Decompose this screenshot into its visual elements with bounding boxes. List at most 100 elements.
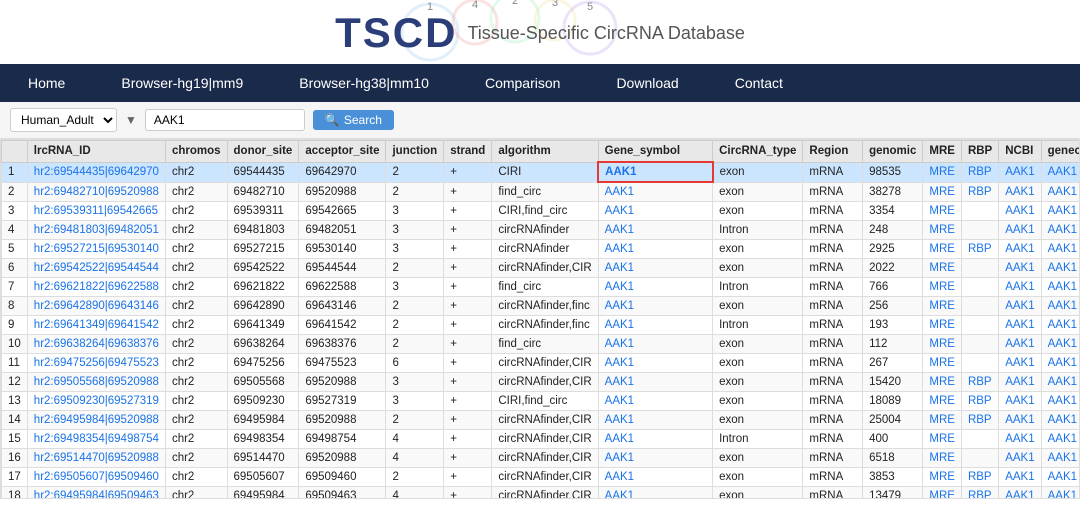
row-genecards-link[interactable]: AAK1 <box>1048 395 1077 407</box>
row-rbp[interactable]: RBP <box>961 373 998 392</box>
row-mre[interactable]: MRE <box>923 411 962 430</box>
row-genecards-link[interactable]: AAK1 <box>1048 281 1077 293</box>
row-genecards[interactable]: AAK1 <box>1041 202 1080 221</box>
row-ncbi-link[interactable]: AAK1 <box>1005 166 1034 178</box>
row-ncbi-link[interactable]: AAK1 <box>1005 433 1034 445</box>
row-gene[interactable]: AAK1 <box>598 354 712 373</box>
table-row[interactable]: 11hr2:69475256|69475523chr26947525669475… <box>2 354 1080 373</box>
row-genecards-link[interactable]: AAK1 <box>1048 243 1077 255</box>
row-id-link[interactable]: hr2:69514470|69520988 <box>34 452 159 464</box>
row-genecards[interactable]: AAK1 <box>1041 335 1080 354</box>
search-input[interactable] <box>145 109 305 131</box>
row-genecards[interactable]: AAK1 <box>1041 259 1080 278</box>
row-rbp[interactable]: RBP <box>961 468 998 487</box>
row-id-link[interactable]: hr2:69621822|69622588 <box>34 281 159 293</box>
row-mre[interactable]: MRE <box>923 335 962 354</box>
row-genecards[interactable]: AAK1 <box>1041 449 1080 468</box>
row-mre[interactable]: MRE <box>923 202 962 221</box>
row-ncbi[interactable]: AAK1 <box>999 392 1041 411</box>
row-gene-link[interactable]: AAK1 <box>605 433 634 445</box>
row-gene-link[interactable]: AAK1 <box>605 319 634 331</box>
dataset-select[interactable]: Human_Adult Human_Fetal Mouse_Adult Mous… <box>10 108 117 132</box>
row-gene-link[interactable]: AAK1 <box>605 262 634 274</box>
nav-browser-hg19[interactable]: Browser-hg19|mm9 <box>93 64 271 102</box>
row-gene-link[interactable]: AAK1 <box>605 376 634 388</box>
row-id[interactable]: hr2:69509230|69527319 <box>27 392 165 411</box>
row-gene-link[interactable]: AAK1 <box>605 452 634 464</box>
row-id-link[interactable]: hr2:69527215|69530140 <box>34 243 159 255</box>
row-rbp-link[interactable]: RBP <box>968 376 992 388</box>
row-gene[interactable]: AAK1 <box>598 240 712 259</box>
search-button[interactable]: 🔍 Search <box>313 110 394 130</box>
row-id[interactable]: hr2:69505568|69520988 <box>27 373 165 392</box>
row-id[interactable]: hr2:69621822|69622588 <box>27 278 165 297</box>
row-mre[interactable]: MRE <box>923 316 962 335</box>
row-mre-link[interactable]: MRE <box>929 433 955 445</box>
table-row[interactable]: 18hr2:69495984|69509463chr26949598469509… <box>2 487 1080 500</box>
row-ncbi-link[interactable]: AAK1 <box>1005 471 1034 483</box>
row-gene-link[interactable]: AAK1 <box>605 490 634 499</box>
row-genecards-link[interactable]: AAK1 <box>1048 205 1077 217</box>
row-gene-link[interactable]: AAK1 <box>605 357 634 369</box>
row-genecards[interactable]: AAK1 <box>1041 297 1080 316</box>
row-ncbi-link[interactable]: AAK1 <box>1005 338 1034 350</box>
row-id[interactable]: hr2:69481803|69482051 <box>27 221 165 240</box>
row-mre[interactable]: MRE <box>923 240 962 259</box>
table-row[interactable]: 4hr2:69481803|69482051chr269481803694820… <box>2 221 1080 240</box>
row-id-link[interactable]: hr2:69495984|69509463 <box>34 490 159 499</box>
row-id[interactable]: hr2:69544435|69642970 <box>27 162 165 182</box>
row-id-link[interactable]: hr2:69505607|69509460 <box>34 471 159 483</box>
nav-home[interactable]: Home <box>0 64 93 102</box>
row-id-link[interactable]: hr2:69641349|69641542 <box>34 319 159 331</box>
row-mre[interactable]: MRE <box>923 430 962 449</box>
row-mre[interactable]: MRE <box>923 182 962 202</box>
row-mre-link[interactable]: MRE <box>929 300 955 312</box>
row-ncbi[interactable]: AAK1 <box>999 162 1041 182</box>
row-gene[interactable]: AAK1 <box>598 259 712 278</box>
row-mre[interactable]: MRE <box>923 259 962 278</box>
row-mre-link[interactable]: MRE <box>929 338 955 350</box>
table-row[interactable]: 7hr2:69621822|69622588chr269621822696225… <box>2 278 1080 297</box>
row-mre-link[interactable]: MRE <box>929 224 955 236</box>
row-ncbi[interactable]: AAK1 <box>999 221 1041 240</box>
row-id[interactable]: hr2:69495984|69520988 <box>27 411 165 430</box>
row-gene[interactable]: AAK1 <box>598 316 712 335</box>
row-genecards[interactable]: AAK1 <box>1041 468 1080 487</box>
table-row[interactable]: 10hr2:69638264|69638376chr26963826469638… <box>2 335 1080 354</box>
row-gene-link[interactable]: AAK1 <box>605 205 634 217</box>
row-genecards-link[interactable]: AAK1 <box>1048 490 1077 499</box>
nav-download[interactable]: Download <box>588 64 706 102</box>
row-ncbi-link[interactable]: AAK1 <box>1005 243 1034 255</box>
row-rbp[interactable]: RBP <box>961 487 998 500</box>
row-genecards[interactable]: AAK1 <box>1041 316 1080 335</box>
row-mre[interactable]: MRE <box>923 373 962 392</box>
row-ncbi[interactable]: AAK1 <box>999 487 1041 500</box>
row-gene-link[interactable]: AAK1 <box>605 243 634 255</box>
row-id[interactable]: hr2:69642890|69643146 <box>27 297 165 316</box>
row-id[interactable]: hr2:69638264|69638376 <box>27 335 165 354</box>
row-mre-link[interactable]: MRE <box>929 281 955 293</box>
table-row[interactable]: 16hr2:69514470|69520988chr26951447069520… <box>2 449 1080 468</box>
row-gene-link[interactable]: AAK1 <box>605 300 634 312</box>
row-rbp[interactable]: RBP <box>961 392 998 411</box>
row-genecards-link[interactable]: AAK1 <box>1048 357 1077 369</box>
row-genecards[interactable]: AAK1 <box>1041 373 1080 392</box>
row-mre-link[interactable]: MRE <box>929 452 955 464</box>
table-row[interactable]: 1hr2:69544435|69642970chr269544435696429… <box>2 162 1080 182</box>
row-gene-link[interactable]: AAK1 <box>605 414 634 426</box>
row-gene[interactable]: AAK1 <box>598 162 712 182</box>
row-gene-link[interactable]: AAK1 <box>605 281 634 293</box>
row-ncbi[interactable]: AAK1 <box>999 182 1041 202</box>
row-rbp-link[interactable]: RBP <box>968 414 992 426</box>
row-ncbi-link[interactable]: AAK1 <box>1005 262 1034 274</box>
row-rbp-link[interactable]: RBP <box>968 490 992 499</box>
row-mre[interactable]: MRE <box>923 297 962 316</box>
row-genecards-link[interactable]: AAK1 <box>1048 452 1077 464</box>
row-id[interactable]: hr2:69498354|69498754 <box>27 430 165 449</box>
row-mre-link[interactable]: MRE <box>929 262 955 274</box>
row-id-link[interactable]: hr2:69498354|69498754 <box>34 433 159 445</box>
row-genecards[interactable]: AAK1 <box>1041 430 1080 449</box>
row-gene[interactable]: AAK1 <box>598 202 712 221</box>
row-mre[interactable]: MRE <box>923 354 962 373</box>
row-mre[interactable]: MRE <box>923 221 962 240</box>
